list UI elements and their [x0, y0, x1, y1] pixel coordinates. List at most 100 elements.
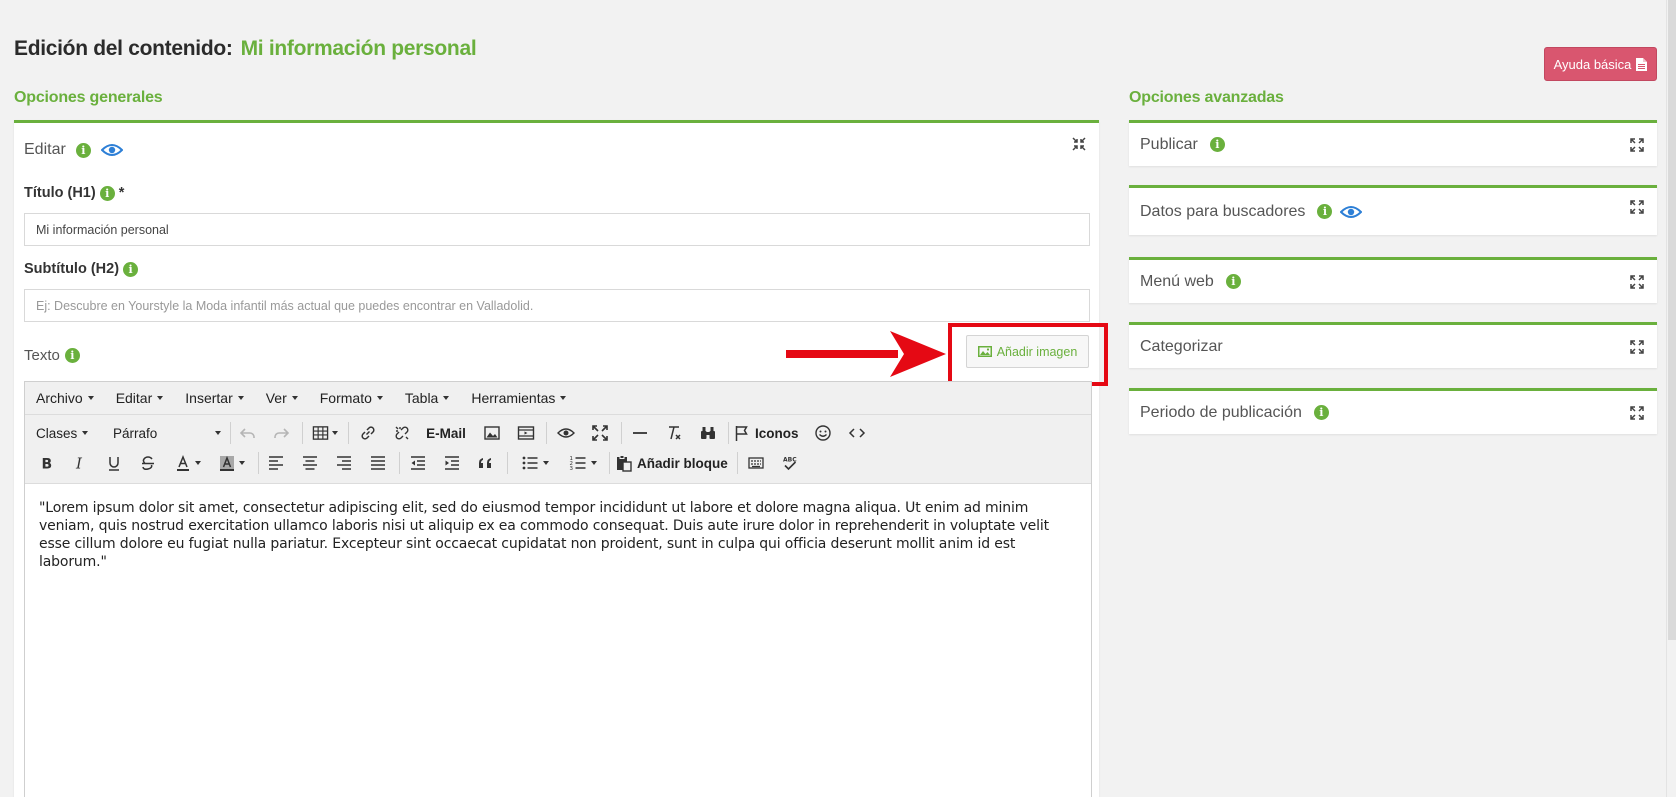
publication-period-section[interactable]: Periodo de publicación i: [1129, 388, 1657, 434]
title-input[interactable]: [24, 213, 1090, 246]
preview-icon[interactable]: [553, 421, 579, 445]
editor-menubar: Archivo Editar Insertar Ver Formato Tabl…: [25, 382, 1091, 415]
background-color-icon[interactable]: [211, 451, 251, 475]
toolbar-separator: [546, 422, 547, 444]
eye-icon[interactable]: [100, 143, 123, 157]
toolbar-separator: [728, 422, 729, 444]
toolbar-separator: [399, 452, 400, 474]
menu-label: Insertar: [185, 390, 233, 406]
toolbar-separator: [302, 422, 303, 444]
spellcheck-icon[interactable]: ABC: [777, 451, 803, 475]
expand-icon[interactable]: [1630, 406, 1644, 420]
menu-insertar[interactable]: Insertar: [185, 390, 244, 406]
expand-icon[interactable]: [1630, 340, 1644, 354]
expand-icon[interactable]: [1630, 138, 1644, 152]
icons-button[interactable]: Iconos: [733, 421, 799, 445]
clipboard-icon: [617, 455, 632, 472]
categorize-section[interactable]: Categorizar: [1129, 322, 1657, 368]
horizontal-rule-icon[interactable]: [627, 421, 653, 445]
emoticon-icon[interactable]: [810, 421, 836, 445]
chevron-down-icon: [591, 461, 597, 465]
email-label: E-Mail: [426, 425, 466, 441]
editor-toolbar: Clases Párrafo E-Mail Iconos B I 1 2 3 A…: [25, 415, 1091, 484]
add-image-button[interactable]: Añadir imagen: [966, 335, 1089, 368]
clear-formatting-icon[interactable]: [661, 421, 687, 445]
align-justify-icon[interactable]: [365, 451, 391, 475]
page-scrollbar[interactable]: [1666, 0, 1676, 797]
toolbar-separator: [609, 452, 610, 474]
underline-icon[interactable]: [101, 451, 127, 475]
subtitle-input[interactable]: [24, 289, 1090, 322]
strikethrough-icon[interactable]: [135, 451, 161, 475]
align-right-icon[interactable]: [331, 451, 357, 475]
general-options-heading: Opciones generales: [14, 89, 163, 106]
text-color-icon[interactable]: [167, 451, 207, 475]
editor-content[interactable]: "Lorem ipsum dolor sit amet, consectetur…: [25, 484, 1091, 586]
help-button[interactable]: Ayuda básica: [1544, 47, 1657, 81]
menu-formato[interactable]: Formato: [320, 390, 383, 406]
unlink-icon[interactable]: [389, 421, 415, 445]
numbered-list-icon[interactable]: 123: [561, 451, 605, 475]
add-block-button[interactable]: Añadir bloque: [615, 451, 728, 475]
redo-icon[interactable]: [268, 421, 294, 445]
chevron-down-icon: [291, 396, 298, 400]
image-icon[interactable]: [479, 421, 505, 445]
menu-editar[interactable]: Editar: [116, 390, 164, 406]
align-left-icon[interactable]: [263, 451, 289, 475]
info-icon[interactable]: i: [1225, 274, 1241, 289]
menu-tabla[interactable]: Tabla: [405, 390, 450, 406]
web-menu-section[interactable]: Menú web i: [1129, 257, 1657, 303]
link-icon[interactable]: [355, 421, 381, 445]
scrollbar-thumb[interactable]: [1668, 0, 1676, 640]
page-title: Edición del contenido: Mi información per…: [14, 37, 477, 61]
subtitle-label: Subtítulo (H2) i: [24, 261, 139, 277]
table-icon[interactable]: [308, 421, 342, 445]
search-engine-data-section[interactable]: Datos para buscadores i: [1129, 185, 1657, 235]
toolbar-separator: [507, 452, 508, 474]
code-icon[interactable]: [844, 421, 870, 445]
info-icon[interactable]: i: [1209, 137, 1225, 152]
character-map-icon[interactable]: [743, 451, 769, 475]
eye-icon[interactable]: [1340, 205, 1363, 219]
align-center-icon[interactable]: [297, 451, 323, 475]
chevron-down-icon: [376, 396, 383, 400]
menu-ver[interactable]: Ver: [266, 390, 298, 406]
info-icon[interactable]: i: [75, 142, 91, 158]
search-engine-data-label: Datos para buscadores: [1140, 202, 1306, 220]
classes-dropdown[interactable]: Clases: [36, 421, 89, 445]
edit-panel-header: Editar i: [24, 141, 123, 159]
media-icon[interactable]: [513, 421, 539, 445]
binoculars-icon[interactable]: [695, 421, 721, 445]
publish-section[interactable]: Publicar i: [1129, 120, 1657, 166]
blockquote-icon[interactable]: [473, 451, 499, 475]
add-image-label: Añadir imagen: [996, 344, 1078, 359]
paragraph-format-dropdown[interactable]: Párrafo: [113, 421, 221, 445]
title-label: Título (H1) i *: [24, 185, 124, 201]
menu-archivo[interactable]: Archivo: [36, 390, 94, 406]
bullet-list-icon[interactable]: [513, 451, 557, 475]
info-icon[interactable]: i: [123, 261, 139, 277]
flag-icon: [735, 426, 748, 441]
chevron-down-icon: [194, 461, 201, 465]
info-icon[interactable]: i: [64, 348, 80, 363]
info-icon[interactable]: i: [1317, 204, 1333, 219]
chevron-down-icon: [443, 396, 450, 400]
toolbar-separator: [348, 422, 349, 444]
menu-herramientas[interactable]: Herramientas: [471, 390, 567, 406]
expand-icon[interactable]: [1630, 275, 1644, 289]
info-icon[interactable]: i: [1313, 405, 1329, 420]
info-icon[interactable]: i: [99, 185, 115, 201]
toolbar-separator: [230, 422, 231, 444]
chevron-down-icon: [237, 396, 244, 400]
email-button[interactable]: E-Mail: [423, 421, 469, 445]
collapse-icon[interactable]: [1072, 137, 1086, 151]
outdent-icon[interactable]: [405, 451, 431, 475]
undo-icon[interactable]: [235, 421, 261, 445]
svg-text:B: B: [42, 457, 53, 473]
italic-icon[interactable]: I: [67, 451, 93, 475]
indent-icon[interactable]: [439, 451, 465, 475]
expand-icon[interactable]: [1630, 200, 1644, 214]
fullscreen-icon[interactable]: [587, 421, 613, 445]
add-block-label: Añadir bloque: [637, 455, 728, 471]
bold-icon[interactable]: B: [33, 451, 59, 475]
